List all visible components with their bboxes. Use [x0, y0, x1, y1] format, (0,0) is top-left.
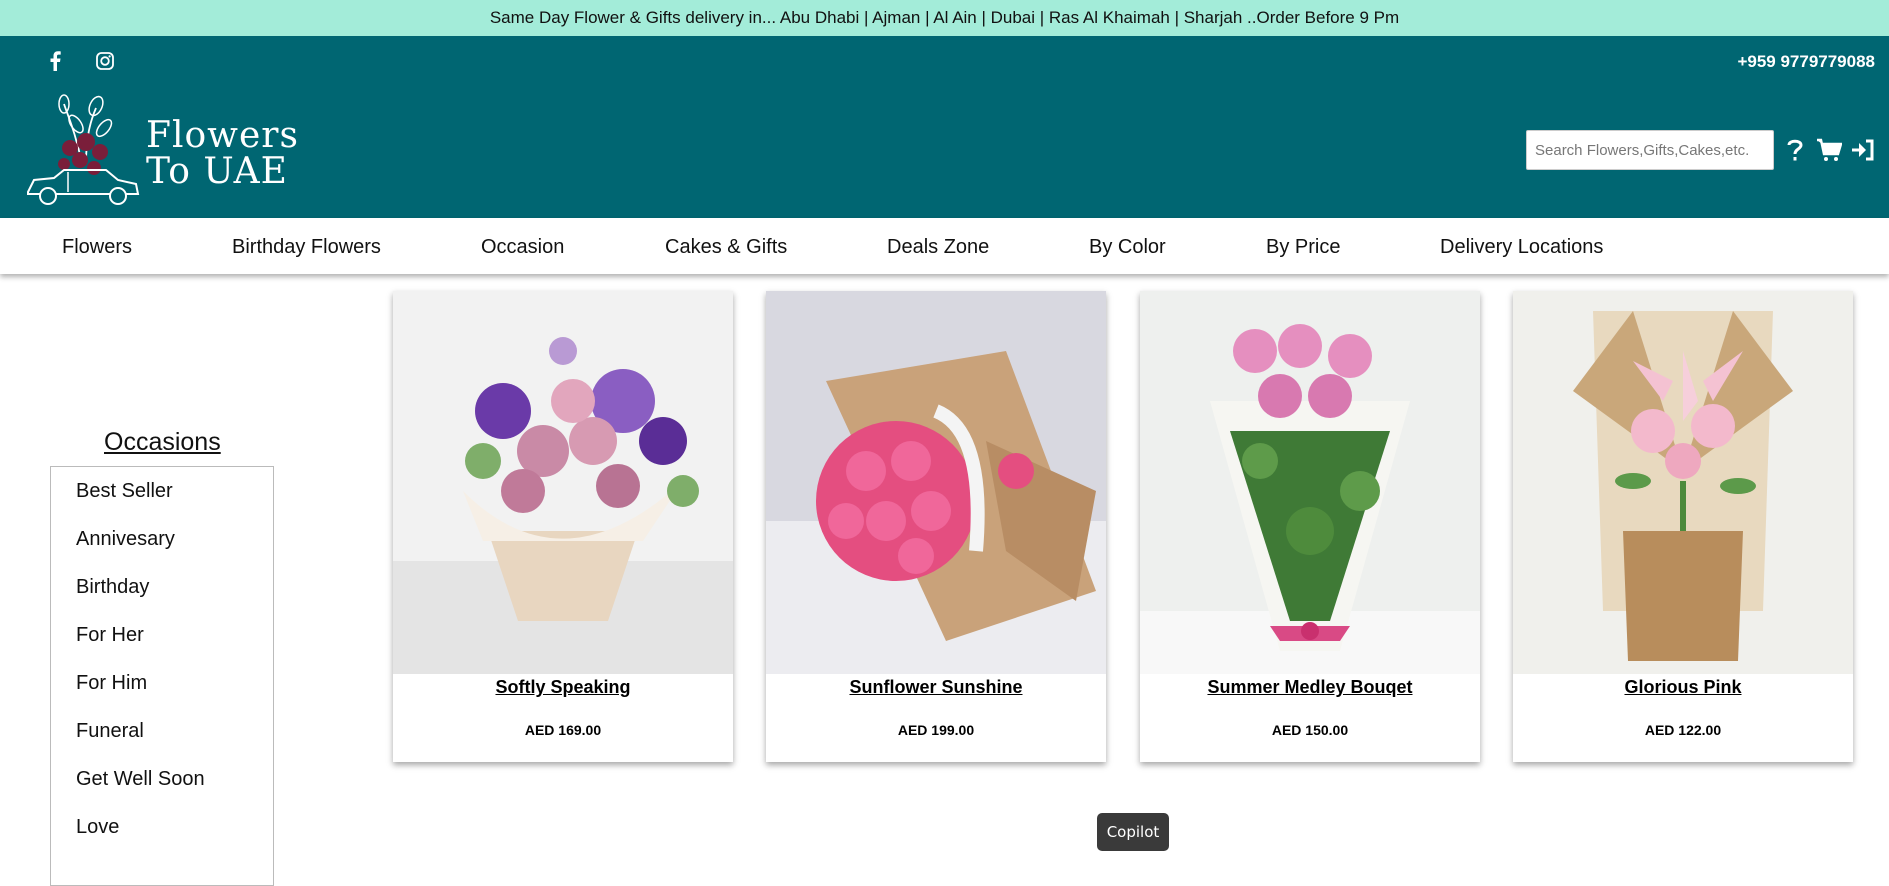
- sidebar-item-funeral[interactable]: Funeral: [76, 720, 144, 743]
- product-image[interactable]: [1140, 291, 1480, 674]
- sidebar-item-for-him[interactable]: For Him: [76, 672, 147, 695]
- logo-line-2: To UAE: [146, 151, 288, 192]
- product-price: AED 122.00: [1644, 722, 1722, 738]
- sidebar-item-get-well-soon[interactable]: Get Well Soon: [76, 768, 205, 791]
- announcement-text: Same Day Flower & Gifts delivery in... A…: [489, 8, 1400, 27]
- sidebar-title[interactable]: Occasions: [104, 428, 221, 457]
- nav-flowers[interactable]: Flowers: [62, 236, 132, 259]
- product-image[interactable]: [1513, 291, 1853, 674]
- sidebar-item-anniversary[interactable]: Annivesary: [76, 528, 175, 551]
- nav-delivery-locations[interactable]: Delivery Locations: [1440, 236, 1603, 259]
- product-title[interactable]: Softly Speaking: [393, 677, 733, 698]
- sidebar-item-birthday[interactable]: Birthday: [76, 576, 149, 599]
- product-card[interactable]: Softly Speaking AED 169.00: [393, 291, 733, 762]
- nav-birthday-flowers[interactable]: Birthday Flowers: [232, 236, 381, 259]
- copilot-button[interactable]: Copilot: [1097, 813, 1169, 851]
- product-title[interactable]: Glorious Pink: [1513, 677, 1853, 698]
- product-price: AED 169.00: [524, 722, 602, 738]
- search-input[interactable]: [1526, 130, 1774, 170]
- sidebar-item-love[interactable]: Love: [76, 816, 119, 839]
- phone-number[interactable]: +959 9779779088: [1737, 52, 1875, 72]
- nav-occasion[interactable]: Occasion: [481, 236, 564, 259]
- product-card[interactable]: Summer Medley Bouqet AED 150.00: [1140, 291, 1480, 762]
- product-title[interactable]: Sunflower Sunshine: [766, 677, 1106, 698]
- product-image[interactable]: [766, 291, 1106, 674]
- cart-icon[interactable]: [1816, 135, 1842, 165]
- login-icon[interactable]: [1850, 135, 1876, 165]
- product-price: AED 150.00: [1271, 722, 1349, 738]
- product-title[interactable]: Summer Medley Bouqet: [1140, 677, 1480, 698]
- nav-deals-zone[interactable]: Deals Zone: [887, 236, 989, 259]
- nav-by-color[interactable]: By Color: [1089, 236, 1166, 259]
- logo-line-1: Flowers: [146, 115, 299, 156]
- product-image[interactable]: [393, 291, 733, 674]
- social-links: [44, 50, 116, 72]
- main-nav: Flowers Birthday Flowers Occasion Cakes …: [0, 218, 1889, 274]
- logo-text: Flowers To UAE: [120, 118, 299, 190]
- facebook-icon[interactable]: [44, 50, 66, 72]
- product-card[interactable]: Glorious Pink AED 122.00: [1513, 291, 1853, 762]
- site-header: +959 9779779088 Flowers To UAE: [0, 36, 1889, 218]
- instagram-icon[interactable]: [94, 50, 116, 72]
- announcement-bar: Same Day Flower & Gifts delivery in... A…: [0, 0, 1889, 36]
- sidebar-item-best-seller[interactable]: Best Seller: [76, 480, 173, 503]
- occasions-sidebar: Best Seller Annivesary Birthday For Her …: [50, 466, 274, 886]
- product-price: AED 199.00: [897, 722, 975, 738]
- product-card[interactable]: Sunflower Sunshine AED 199.00: [766, 291, 1106, 762]
- nav-cakes-gifts[interactable]: Cakes & Gifts: [665, 236, 787, 259]
- help-icon[interactable]: [1782, 135, 1808, 165]
- nav-by-price[interactable]: By Price: [1266, 236, 1340, 259]
- sidebar-item-for-her[interactable]: For Her: [76, 624, 144, 647]
- search-area: [1526, 130, 1876, 170]
